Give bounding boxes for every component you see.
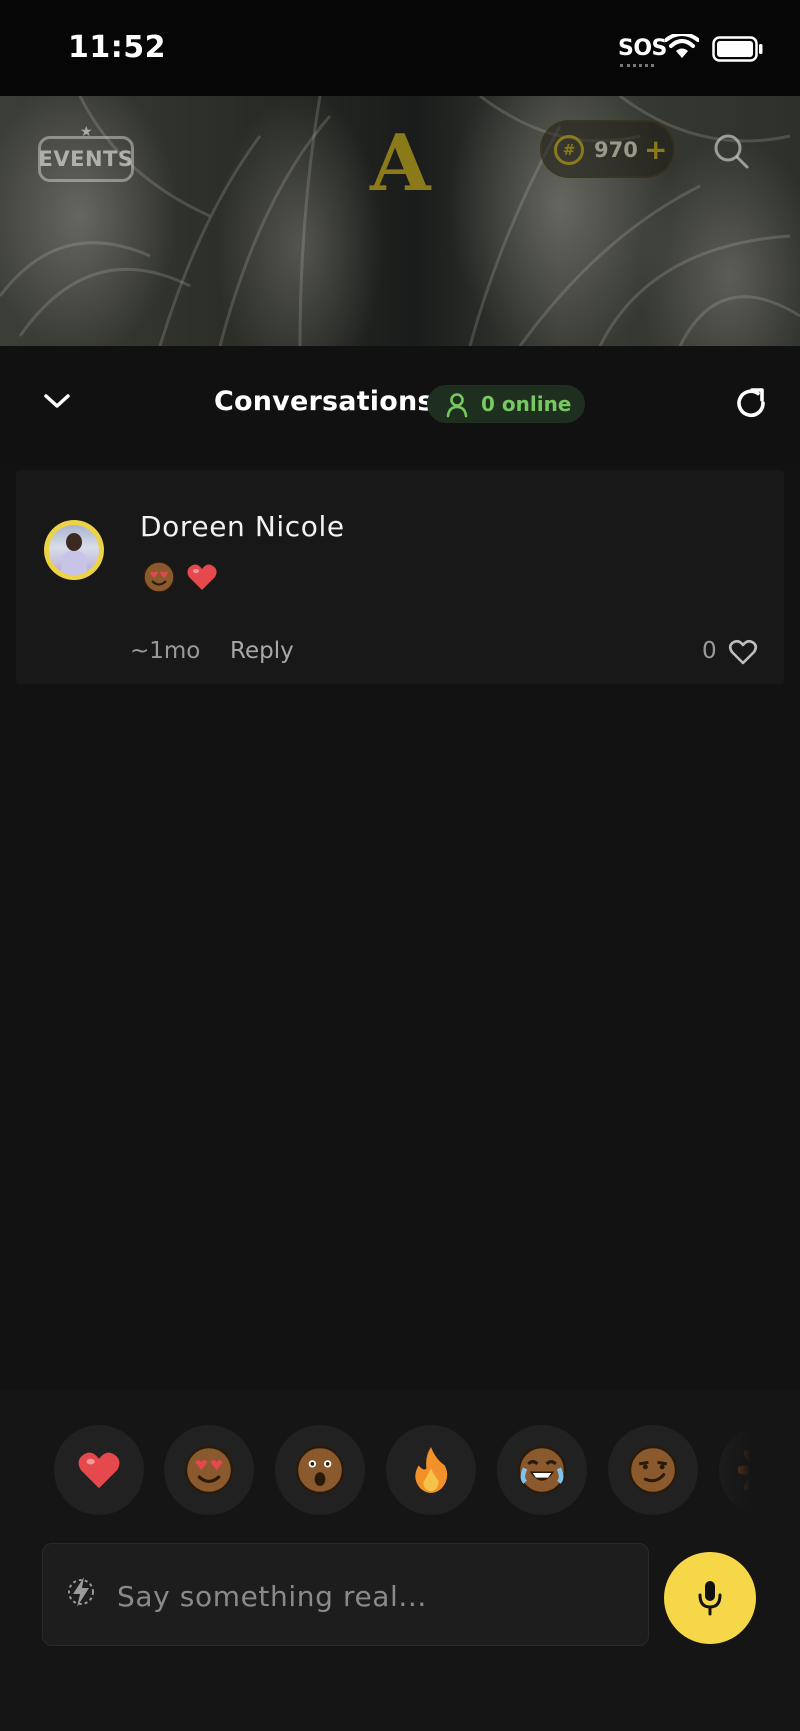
avatar[interactable]	[44, 520, 104, 580]
online-count: 0 online	[481, 392, 572, 416]
like-count: 0	[702, 638, 717, 664]
surprised-emoji-icon	[295, 1445, 345, 1495]
hero-banner: ★ EVENTS A # 970 +	[0, 96, 800, 346]
heart-outline-icon[interactable]	[728, 638, 758, 666]
reaction-heart-eyes-button[interactable]	[164, 1425, 254, 1515]
reaction-tears-of-joy-button[interactable]	[497, 1425, 587, 1515]
coin-balance: 970	[594, 138, 638, 162]
conversations-header: Conversations 0 online	[0, 346, 800, 466]
comment-input[interactable]	[117, 1574, 627, 1618]
coin-balance-button[interactable]: # 970 +	[540, 120, 675, 178]
status-time: 11:52	[68, 30, 166, 65]
voice-record-button[interactable]	[664, 1552, 756, 1644]
online-badge: 0 online	[427, 385, 585, 423]
composer	[0, 1390, 800, 1731]
reaction-surprised-button[interactable]	[275, 1425, 365, 1515]
heart-eyes-emoji-icon	[184, 1445, 234, 1495]
comment-author[interactable]: Doreen Nicole	[140, 510, 345, 543]
microphone-icon	[698, 1581, 722, 1616]
status-bar: 11:52 SOS	[0, 0, 800, 96]
scroll-fade	[700, 1425, 756, 1521]
comment-input-box[interactable]	[42, 1543, 649, 1646]
search-icon[interactable]	[712, 132, 750, 170]
smirk-emoji-icon	[628, 1445, 678, 1495]
tears-of-joy-emoji-icon	[517, 1445, 567, 1495]
events-button[interactable]: EVENTS	[38, 136, 134, 182]
wifi-icon	[665, 34, 699, 58]
battery-icon	[712, 36, 763, 62]
coin-icon: #	[554, 135, 584, 165]
user-icon	[446, 393, 468, 418]
red-heart-icon	[187, 564, 217, 590]
page-title: Conversations	[214, 386, 434, 417]
comment-body	[142, 560, 218, 594]
network-status: SOS	[618, 36, 667, 67]
comment-item: Doreen Nicole ~1mo Reply 0	[16, 470, 784, 684]
reaction-red-heart-button[interactable]	[54, 1425, 144, 1515]
red-heart-icon	[78, 1452, 120, 1489]
reaction-smirk-button[interactable]	[608, 1425, 698, 1515]
reaction-bar	[0, 1425, 756, 1521]
avatar-photo	[49, 525, 99, 575]
fire-icon	[415, 1447, 448, 1493]
app-logo: A	[370, 118, 431, 209]
lightning-icon[interactable]	[65, 1572, 97, 1612]
add-coins-icon: +	[644, 133, 668, 166]
reply-button[interactable]: Reply	[230, 638, 294, 664]
refresh-icon[interactable]	[732, 384, 770, 422]
chevron-down-icon[interactable]	[40, 390, 74, 412]
comment-timestamp: ~1mo	[130, 638, 201, 664]
reaction-fire-button[interactable]	[386, 1425, 476, 1515]
heart-eyes-emoji-icon	[143, 561, 175, 593]
